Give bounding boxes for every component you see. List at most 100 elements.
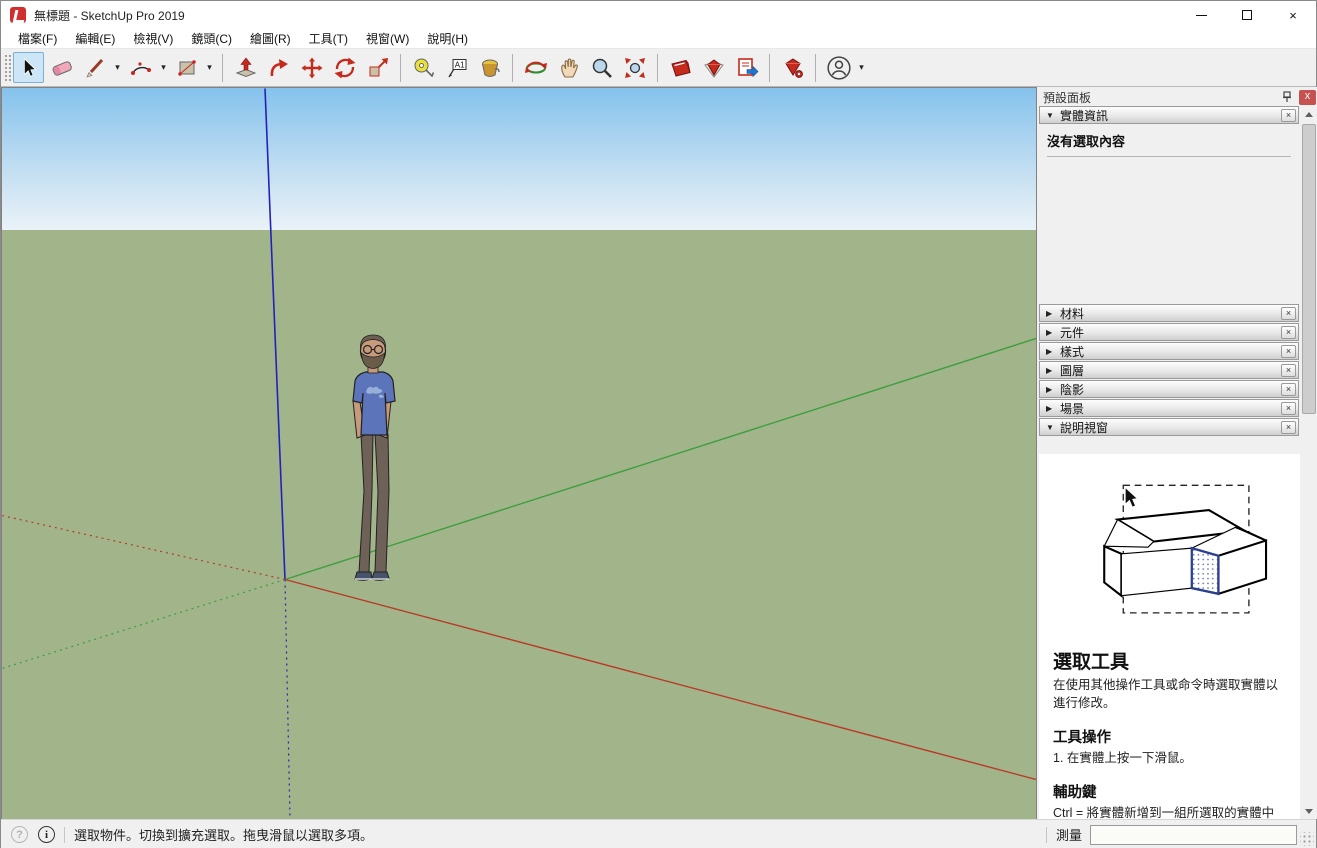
credits-info-icon[interactable]: i — [38, 826, 55, 843]
section-layers[interactable]: ▶ 圖層 × — [1039, 361, 1299, 379]
menu-edit[interactable]: 編輯(E) — [66, 28, 124, 49]
follow-me-tool-button[interactable] — [263, 52, 294, 83]
chevron-down-icon: ▾ — [161, 62, 166, 73]
follow-me-icon — [267, 56, 291, 80]
eraser-tool-button[interactable] — [46, 52, 77, 83]
instructor-modifier-heading: 輔助鍵 — [1053, 781, 1290, 802]
pan-tool-button[interactable] — [553, 52, 584, 83]
triangle-right-icon: ▶ — [1046, 366, 1060, 375]
menu-draw[interactable]: 繪圖(R) — [241, 28, 300, 49]
3d-warehouse-button[interactable] — [665, 52, 696, 83]
scroll-down-button[interactable] — [1301, 803, 1317, 819]
send-to-layout-button[interactable] — [731, 52, 762, 83]
tray-title: 預設面板 — [1043, 89, 1091, 106]
section-components[interactable]: ▶ 元件 × — [1039, 323, 1299, 341]
maximize-button[interactable] — [1224, 1, 1270, 29]
rotate-tool-button[interactable] — [329, 52, 360, 83]
account-button[interactable] — [823, 52, 854, 83]
geolocation-status-icon[interactable]: ? — [11, 826, 28, 843]
cursor-arrow-icon — [1125, 487, 1137, 507]
triangle-right-icon: ▶ — [1046, 385, 1060, 394]
zoom-extents-tool-button[interactable] — [619, 52, 650, 83]
orbit-tool-button[interactable] — [520, 52, 551, 83]
section-close-button[interactable]: × — [1281, 345, 1296, 358]
line-tool-button[interactable] — [79, 52, 110, 83]
tape-measure-tool-button[interactable] — [408, 52, 439, 83]
triangle-right-icon: ▶ — [1046, 328, 1060, 337]
select-arrow-icon — [18, 57, 40, 79]
section-close-button[interactable]: × — [1281, 402, 1296, 415]
menu-tools[interactable]: 工具(T) — [300, 28, 357, 49]
section-close-button[interactable]: × — [1281, 364, 1296, 377]
tray-close-button[interactable]: x — [1299, 90, 1316, 105]
close-icon: × — [1286, 365, 1291, 375]
menu-help[interactable]: 說明(H) — [418, 28, 477, 49]
section-instructor[interactable]: ▼ 說明視窗 × — [1039, 418, 1299, 436]
section-close-button[interactable]: × — [1281, 326, 1296, 339]
arc-tool-button[interactable] — [125, 52, 156, 83]
default-tray-panel: 預設面板 x ▼ 實體資訊 × 沒有選取內容 — [1037, 87, 1317, 819]
extension-manager-button[interactable] — [777, 52, 808, 83]
instructor-description: 在使用其他操作工具或命令時選取實體以進行修改。 — [1053, 676, 1290, 712]
toolbar-drag-handle[interactable] — [3, 53, 12, 83]
menu-view[interactable]: 檢視(V) — [124, 28, 182, 49]
menu-file[interactable]: 檔案(F) — [9, 28, 66, 49]
pin-button[interactable] — [1278, 90, 1296, 105]
scrollbar-thumb[interactable] — [1302, 124, 1316, 414]
close-button[interactable]: × — [1270, 1, 1316, 29]
instructor-illustration — [1049, 472, 1287, 630]
section-close-button[interactable]: × — [1281, 307, 1296, 320]
select-tool-button[interactable] — [13, 52, 44, 83]
blue-axis — [265, 89, 285, 580]
paint-bucket-tool-button[interactable] — [474, 52, 505, 83]
close-icon: × — [1286, 384, 1291, 394]
close-icon: × — [1286, 327, 1291, 337]
menu-window[interactable]: 視窗(W) — [357, 28, 418, 49]
toolbar-separator — [512, 54, 513, 82]
rectangle-tool-dropdown[interactable]: ▾ — [203, 52, 216, 83]
instructor-operation-heading: 工具操作 — [1053, 726, 1290, 747]
menu-bar: 檔案(F) 編輯(E) 檢視(V) 鏡頭(C) 繪圖(R) 工具(T) 視窗(W… — [1, 29, 1316, 49]
zoom-tool-button[interactable] — [586, 52, 617, 83]
push-pull-icon — [234, 56, 258, 80]
section-close-button[interactable]: × — [1281, 109, 1296, 122]
minimize-button[interactable] — [1178, 1, 1224, 29]
minimize-icon — [1196, 15, 1207, 16]
sketchup-window: 無標題 - SketchUp Pro 2019 × 檔案(F) 編輯(E) 檢視… — [0, 0, 1317, 848]
tape-measure-icon — [412, 56, 436, 80]
chevron-down-icon: ▾ — [859, 62, 864, 73]
toolbar-separator — [815, 54, 816, 82]
text-tool-button[interactable]: A1 — [441, 52, 472, 83]
section-styles[interactable]: ▶ 樣式 × — [1039, 342, 1299, 360]
section-close-button[interactable]: × — [1281, 421, 1296, 434]
scale-tool-button[interactable] — [362, 52, 393, 83]
no-selection-message: 沒有選取內容 — [1047, 131, 1291, 150]
arc-tool-dropdown[interactable]: ▾ — [157, 52, 170, 83]
line-tool-dropdown[interactable]: ▾ — [111, 52, 124, 83]
menu-camera[interactable]: 鏡頭(C) — [182, 28, 241, 49]
section-entity-info[interactable]: ▼ 實體資訊 × — [1039, 106, 1299, 124]
rectangle-tool-button[interactable] — [171, 52, 202, 83]
extension-warehouse-icon — [702, 56, 726, 80]
panel-scrollbar[interactable] — [1301, 106, 1317, 819]
account-dropdown[interactable]: ▾ — [855, 52, 868, 83]
measurement-input[interactable] — [1090, 825, 1297, 845]
blue-axis-negative — [285, 580, 290, 819]
section-materials[interactable]: ▶ 材料 × — [1039, 304, 1299, 322]
divider — [64, 827, 65, 843]
paint-bucket-icon — [478, 56, 502, 80]
section-shadows[interactable]: ▶ 陰影 × — [1039, 380, 1299, 398]
section-scenes[interactable]: ▶ 場景 × — [1039, 399, 1299, 417]
drawing-viewport[interactable] — [1, 87, 1037, 819]
scale-figure-person[interactable] — [327, 331, 417, 584]
entity-info-content: 沒有選取內容 — [1039, 125, 1299, 303]
drawing-axes — [2, 88, 1036, 819]
push-pull-tool-button[interactable] — [230, 52, 261, 83]
extension-warehouse-button[interactable] — [698, 52, 729, 83]
toolbar-separator — [657, 54, 658, 82]
section-close-button[interactable]: × — [1281, 383, 1296, 396]
window-resize-grip[interactable] — [1300, 832, 1314, 846]
scroll-up-button[interactable] — [1301, 106, 1317, 122]
red-axis-negative — [2, 516, 285, 580]
move-tool-button[interactable] — [296, 52, 327, 83]
